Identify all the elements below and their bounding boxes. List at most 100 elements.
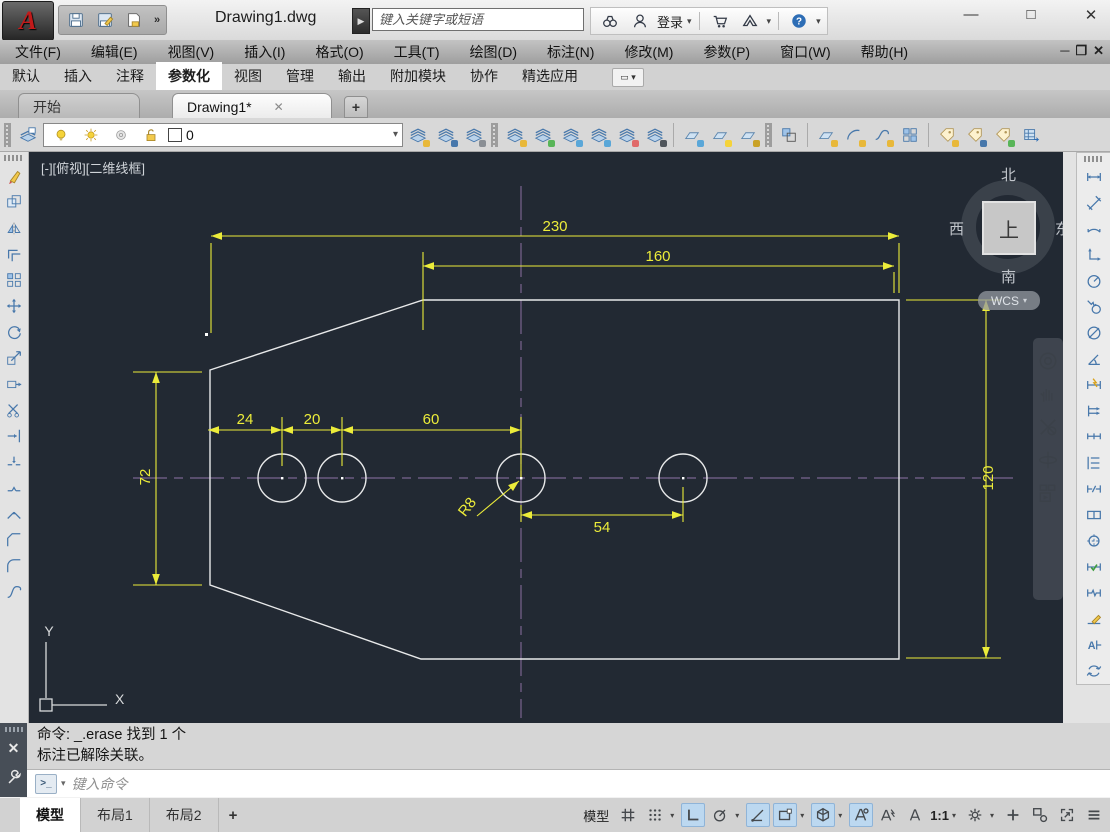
zoom-extents-icon[interactable] <box>1035 414 1061 440</box>
minimize-button[interactable]: — <box>960 6 982 24</box>
chamfer-icon[interactable] <box>1 527 27 553</box>
edit-array-icon[interactable] <box>897 122 923 148</box>
join-icon[interactable] <box>1 501 27 527</box>
osnap-dropdown-icon[interactable]: ▾ <box>800 811 808 820</box>
rotate-icon[interactable] <box>1 319 27 345</box>
ribbon-tab-featured-apps[interactable]: 精选应用 <box>510 62 590 90</box>
ribbon-tab-annotate[interactable]: 注释 <box>104 62 156 90</box>
viewport-controls-label[interactable]: [-][俯视][二维线框] <box>41 158 145 177</box>
customization-menu-icon[interactable] <box>1082 803 1106 827</box>
close-button[interactable]: ✕ <box>1080 6 1102 24</box>
viewcube-top-face[interactable]: 上 <box>982 201 1036 255</box>
layer-unlock-icon[interactable] <box>138 122 164 148</box>
ordinate-dimension-icon[interactable] <box>1081 242 1107 268</box>
break-at-point-icon[interactable] <box>1 449 27 475</box>
toolbar-grip[interactable] <box>4 122 11 147</box>
menu-view[interactable]: 视图(V) <box>153 42 230 62</box>
object-snap-tracking-icon[interactable] <box>746 803 771 827</box>
workspace-dropdown-icon[interactable]: ▾ <box>990 811 998 820</box>
isolate-objects-icon[interactable] <box>1028 803 1052 827</box>
offset-icon[interactable] <box>1 241 27 267</box>
ribbon-tab-output[interactable]: 输出 <box>326 62 378 90</box>
viewcube-east-label[interactable]: 东 <box>1055 218 1063 239</box>
fillet-icon[interactable] <box>1 553 27 579</box>
annotation-scale-value[interactable]: 1:1 <box>930 808 949 823</box>
layer-unisolate-icon[interactable] <box>530 122 556 148</box>
part-outline[interactable] <box>209 299 900 660</box>
doc-restore-button[interactable]: ❐ <box>1075 43 1087 59</box>
dimension-break-icon[interactable] <box>1081 476 1107 502</box>
snap-mode-icon[interactable] <box>643 803 667 827</box>
navigation-wheel-icon[interactable] <box>1035 348 1061 374</box>
ribbon-tab-collaborate[interactable]: 协作 <box>458 62 510 90</box>
layer-color-swatch[interactable] <box>168 127 182 142</box>
layer-previous-icon[interactable] <box>461 122 487 148</box>
file-tab-drawing1[interactable]: Drawing1* ✕ <box>172 93 332 119</box>
copy-icon[interactable] <box>1 189 27 215</box>
pan-icon[interactable] <box>1035 381 1061 407</box>
autodesk-icon[interactable] <box>737 8 763 34</box>
plot-icon[interactable] <box>121 7 147 33</box>
blend-curves-icon[interactable] <box>1 579 27 605</box>
polar-dropdown-icon[interactable]: ▾ <box>735 811 743 820</box>
make-object-layer-current-icon[interactable] <box>405 122 431 148</box>
viewcube[interactable]: 上 北 南 西 东 <box>949 166 1063 286</box>
clean-screen-icon[interactable] <box>1055 803 1079 827</box>
stretch-icon[interactable] <box>1 371 27 397</box>
workspace-switching-icon[interactable] <box>963 803 987 827</box>
autoscale-icon[interactable] <box>876 803 900 827</box>
layer-vp-freeze-icon[interactable] <box>108 122 134 148</box>
ucs-icon[interactable]: Y X <box>39 623 125 712</box>
new-drawing-tab-icon[interactable]: + <box>344 96 368 118</box>
command-grip[interactable] <box>4 727 23 732</box>
menu-edit[interactable]: 编辑(E) <box>76 42 153 62</box>
angular-dimension-icon[interactable] <box>1081 346 1107 372</box>
command-history[interactable]: 命令: _.erase 找到 1 个 标注已解除关联。 <box>27 723 1110 770</box>
polar-tracking-icon[interactable] <box>708 803 732 827</box>
menu-insert[interactable]: 插入(I) <box>229 42 300 62</box>
menu-help[interactable]: 帮助(H) <box>846 42 923 62</box>
dimension-space-icon[interactable] <box>1081 450 1107 476</box>
file-tab-start[interactable]: 开始 <box>18 93 140 119</box>
ribbon-tab-addins[interactable]: 附加模块 <box>378 62 458 90</box>
command-customize-icon[interactable] <box>1 765 27 791</box>
edit-attribute-icon[interactable] <box>934 122 960 148</box>
match-properties-icon[interactable] <box>776 122 802 148</box>
extend-icon[interactable] <box>1 423 27 449</box>
command-close-icon[interactable]: ✕ <box>8 740 20 757</box>
scale-dropdown-icon[interactable]: ▾ <box>952 811 960 820</box>
search-input[interactable] <box>372 8 584 31</box>
command-prompt-icon[interactable]: >_ <box>35 773 57 794</box>
sync-attributes-icon[interactable] <box>990 122 1016 148</box>
help-dropdown-icon[interactable]: ▾ <box>816 16 821 27</box>
customization-add-icon[interactable] <box>1001 803 1025 827</box>
toolbar-grip[interactable] <box>765 122 772 147</box>
model-space-indicator[interactable]: 模型 <box>579 806 613 825</box>
3d-object-snap-icon[interactable] <box>811 803 836 827</box>
ribbon-tab-parametric[interactable]: 参数化 <box>156 62 222 90</box>
menu-file[interactable]: 文件(F) <box>0 42 76 62</box>
match-layer-icon[interactable] <box>433 122 459 148</box>
app-store-icon[interactable] <box>707 8 733 34</box>
menu-format[interactable]: 格式(O) <box>300 42 378 62</box>
layout1-tab[interactable]: 布局1 <box>81 798 150 832</box>
command-recent-dropdown-icon[interactable]: ▾ <box>61 778 66 789</box>
dimension-edit-icon[interactable] <box>1081 606 1107 632</box>
layer-on-icon[interactable] <box>48 122 74 148</box>
baseline-dimension-icon[interactable] <box>1081 398 1107 424</box>
search-history-icon[interactable]: ▶ <box>352 8 370 34</box>
doc-close-button[interactable]: ✕ <box>1093 43 1104 59</box>
signin-dropdown-icon[interactable]: ▾ <box>687 16 692 27</box>
layer-freeze-icon[interactable] <box>558 122 584 148</box>
ribbon-tab-insert[interactable]: 插入 <box>52 62 104 90</box>
sign-in-label[interactable]: 登录 <box>657 12 683 31</box>
inspection-dimension-icon[interactable] <box>1081 554 1107 580</box>
menu-dimension[interactable]: 标注(N) <box>532 42 609 62</box>
qat-expand-icon[interactable]: » <box>150 14 162 26</box>
grid-display-icon[interactable] <box>616 803 640 827</box>
continue-dimension-icon[interactable] <box>1081 424 1107 450</box>
wcs-selector[interactable]: WCS ▾ <box>978 291 1040 310</box>
3d-osnap-dropdown-icon[interactable]: ▾ <box>838 811 846 820</box>
toolbar-grip[interactable] <box>1083 156 1104 162</box>
edit-spline-icon[interactable] <box>869 122 895 148</box>
